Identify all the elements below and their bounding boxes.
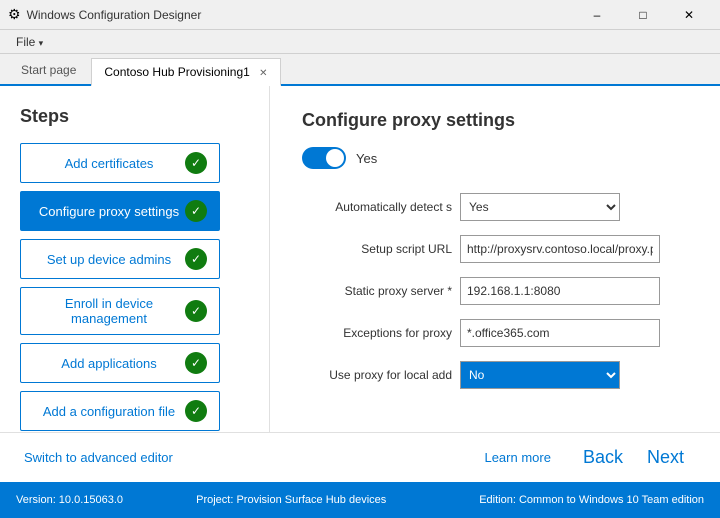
toggle-label: Yes xyxy=(356,151,377,166)
project-text: Project: Provision Surface Hub devices xyxy=(154,494,429,506)
main-content: Steps Add certificates ✓ Configure proxy… xyxy=(0,86,720,432)
step-enroll-device[interactable]: Enroll in device management ✓ xyxy=(20,287,220,335)
step-add-applications-check: ✓ xyxy=(185,352,207,374)
step-device-admins[interactable]: Set up device admins ✓ xyxy=(20,239,220,279)
step-configure-proxy-check: ✓ xyxy=(185,200,207,222)
minimize-button[interactable]: – xyxy=(574,0,620,30)
step-device-admins-label: Set up device admins xyxy=(33,252,185,267)
footer-nav: Switch to advanced editor Learn more Bac… xyxy=(0,432,720,482)
step-enroll-device-label: Enroll in device management xyxy=(33,296,185,326)
exceptions-proxy-label: Exceptions for proxy xyxy=(302,326,452,340)
auto-detect-select[interactable]: Yes No xyxy=(460,193,620,221)
exceptions-proxy-row: Exceptions for proxy xyxy=(302,319,688,347)
menu-bar: File ▾ xyxy=(0,30,720,54)
file-menu-arrow: ▾ xyxy=(39,38,44,48)
steps-title: Steps xyxy=(20,106,249,127)
close-button[interactable]: ✕ xyxy=(666,0,712,30)
step-add-config-file-label: Add a configuration file xyxy=(33,404,185,419)
static-proxy-input[interactable] xyxy=(460,277,660,305)
step-configure-proxy[interactable]: Configure proxy settings ✓ xyxy=(20,191,220,231)
tab-provisioning-label: Contoso Hub Provisioning1 xyxy=(104,65,249,79)
tab-start-page[interactable]: Start page xyxy=(8,56,89,84)
step-add-config-file[interactable]: Add a configuration file ✓ xyxy=(20,391,220,431)
step-add-certificates-check: ✓ xyxy=(185,152,207,174)
tab-close-icon[interactable]: ✕ xyxy=(259,68,267,79)
step-add-config-file-check: ✓ xyxy=(185,400,207,422)
steps-panel: Steps Add certificates ✓ Configure proxy… xyxy=(0,86,270,432)
step-add-applications-label: Add applications xyxy=(33,356,185,371)
use-proxy-local-label: Use proxy for local add xyxy=(302,368,452,382)
status-bar: Version: 10.0.15063.0 Project: Provision… xyxy=(0,482,720,518)
step-configure-proxy-label: Configure proxy settings xyxy=(33,204,185,219)
step-enroll-device-check: ✓ xyxy=(185,300,207,322)
step-device-admins-check: ✓ xyxy=(185,248,207,270)
step-add-certificates-label: Add certificates xyxy=(33,156,185,171)
advanced-editor-link[interactable]: Switch to advanced editor xyxy=(24,450,484,465)
config-panel: Configure proxy settings Yes Automatical… xyxy=(270,86,720,432)
edition-text: Edition: Common to Windows 10 Team editi… xyxy=(429,494,704,506)
use-proxy-local-select[interactable]: No Yes xyxy=(460,361,620,389)
setup-script-row: Setup script URL xyxy=(302,235,688,263)
static-proxy-row: Static proxy server * xyxy=(302,277,688,305)
proxy-toggle[interactable] xyxy=(302,147,346,169)
back-button[interactable]: Back xyxy=(571,443,635,472)
toggle-row: Yes xyxy=(302,147,688,169)
tab-provisioning[interactable]: Contoso Hub Provisioning1 ✕ xyxy=(91,58,280,86)
tab-start-page-label: Start page xyxy=(21,63,76,77)
exceptions-proxy-input[interactable] xyxy=(460,319,660,347)
app-icon: ⚙ xyxy=(8,6,21,23)
tab-bar: Start page Contoso Hub Provisioning1 ✕ xyxy=(0,54,720,86)
maximize-button[interactable]: □ xyxy=(620,0,666,30)
config-title: Configure proxy settings xyxy=(302,110,688,131)
step-add-applications[interactable]: Add applications ✓ xyxy=(20,343,220,383)
learn-more-link[interactable]: Learn more xyxy=(484,450,550,465)
auto-detect-label: Automatically detect s xyxy=(302,200,452,214)
title-bar: ⚙ Windows Configuration Designer – □ ✕ xyxy=(0,0,720,30)
use-proxy-local-row: Use proxy for local add No Yes xyxy=(302,361,688,389)
file-menu[interactable]: File ▾ xyxy=(8,33,51,51)
title-bar-text: Windows Configuration Designer xyxy=(27,8,574,22)
setup-script-label: Setup script URL xyxy=(302,242,452,256)
setup-script-input[interactable] xyxy=(460,235,660,263)
step-add-certificates[interactable]: Add certificates ✓ xyxy=(20,143,220,183)
auto-detect-row: Automatically detect s Yes No xyxy=(302,193,688,221)
next-button[interactable]: Next xyxy=(635,443,696,472)
static-proxy-label: Static proxy server * xyxy=(302,284,452,298)
title-bar-controls: – □ ✕ xyxy=(574,0,712,30)
version-text: Version: 10.0.15063.0 xyxy=(16,494,154,506)
